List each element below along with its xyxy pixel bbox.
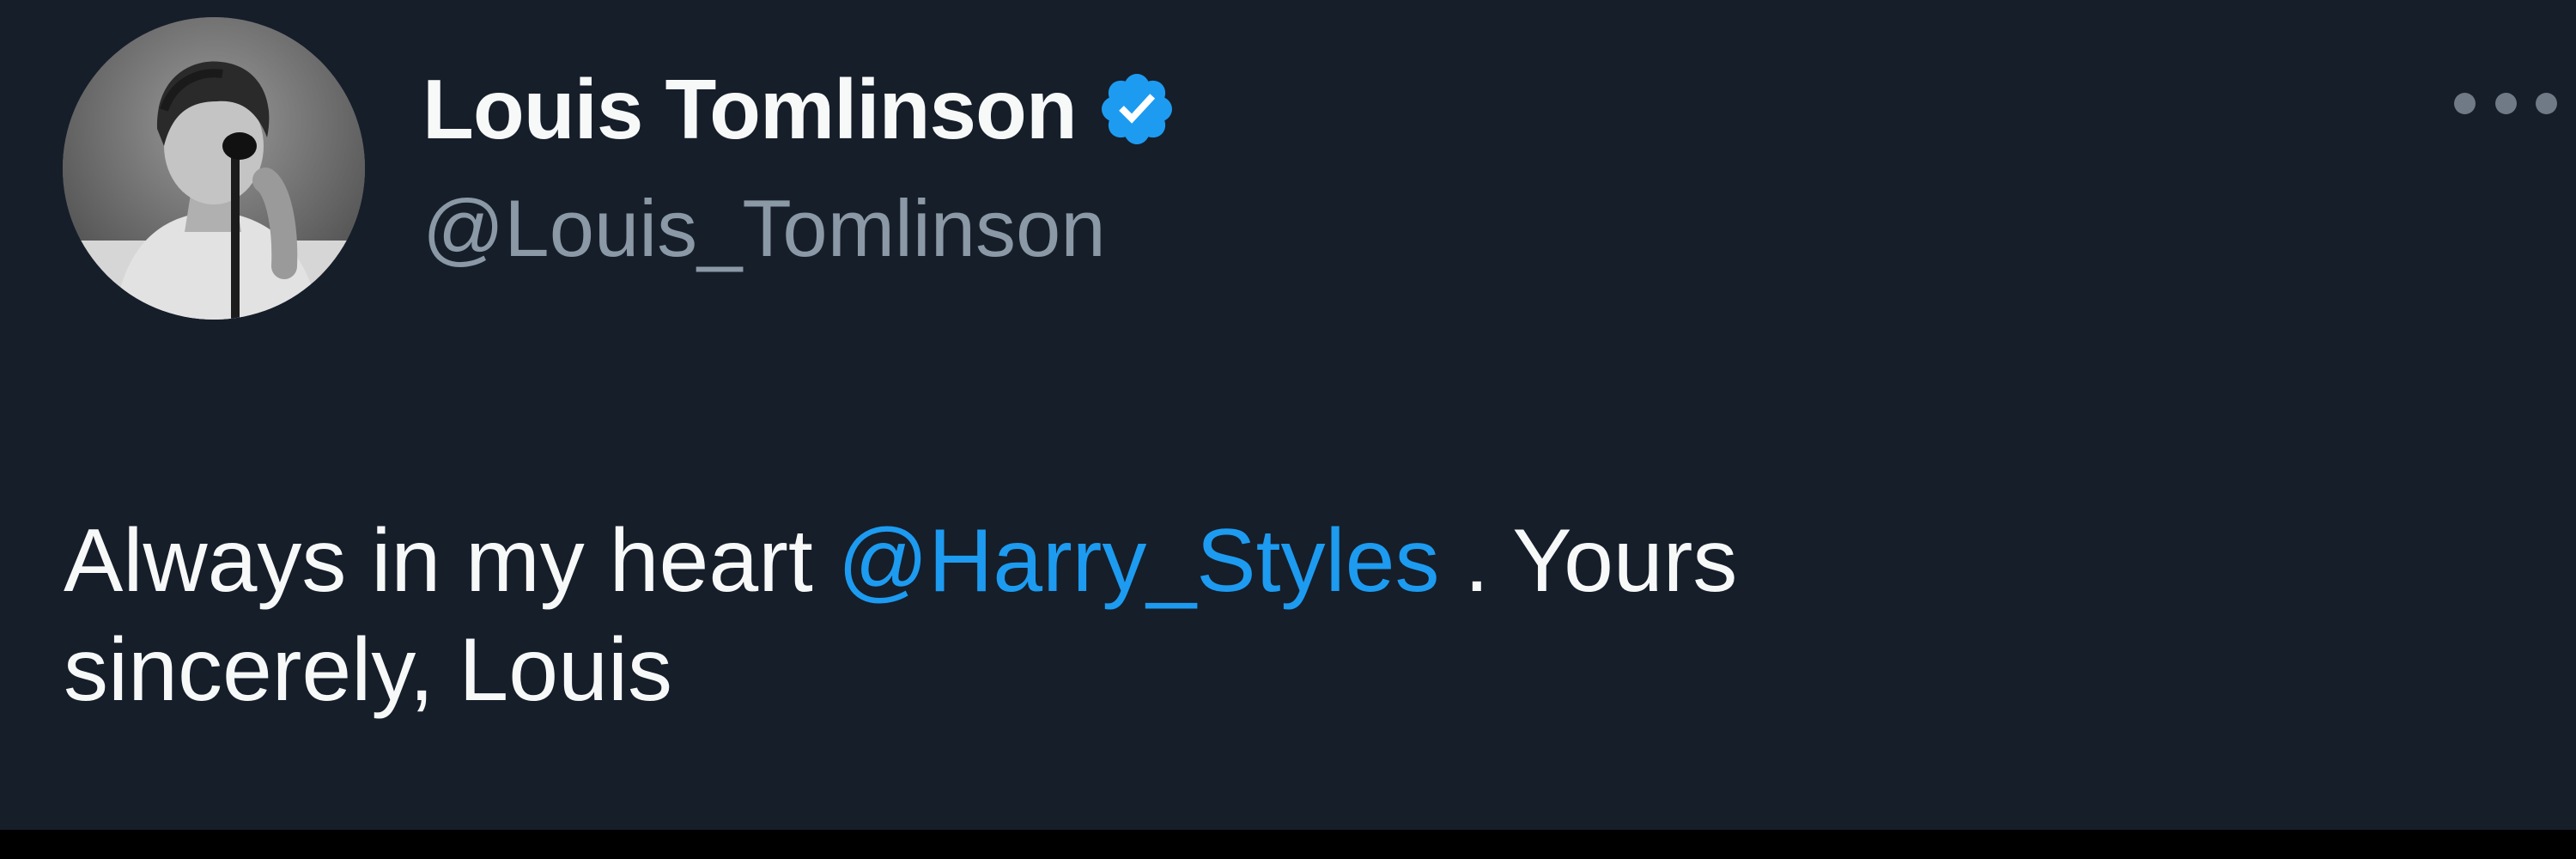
- author-handle[interactable]: @Louis_Tomlinson: [422, 182, 1106, 275]
- tweet-text-line-2: sincerely, Louis: [64, 619, 673, 720]
- author-avatar[interactable]: [63, 17, 365, 320]
- more-dot: [2454, 92, 2476, 114]
- verified-badge-icon[interactable]: [1096, 68, 1178, 150]
- author-display-name[interactable]: Louis Tomlinson: [422, 61, 1078, 158]
- more-dot: [2536, 92, 2557, 114]
- author-name-row: Louis Tomlinson: [422, 53, 1178, 165]
- mention-link[interactable]: @Harry_Styles: [838, 511, 1440, 611]
- tweet-card: Louis Tomlinson @Louis_Tomlinson Always …: [0, 0, 2576, 830]
- tweet-text-segment: . Yours: [1439, 511, 1738, 611]
- more-dot: [2494, 92, 2517, 114]
- tweet-text-line-1: Always in my heart @Harry_Styles . Yours: [64, 507, 2382, 616]
- screenshot-frame: Louis Tomlinson @Louis_Tomlinson Always …: [0, 0, 2576, 859]
- tweet-text: Always in my heart @Harry_Styles . Yours…: [64, 507, 2382, 725]
- more-options-icon[interactable]: [2454, 84, 2557, 122]
- profile-photo: [63, 17, 365, 320]
- tweet-text-segment: Always in my heart: [64, 511, 838, 611]
